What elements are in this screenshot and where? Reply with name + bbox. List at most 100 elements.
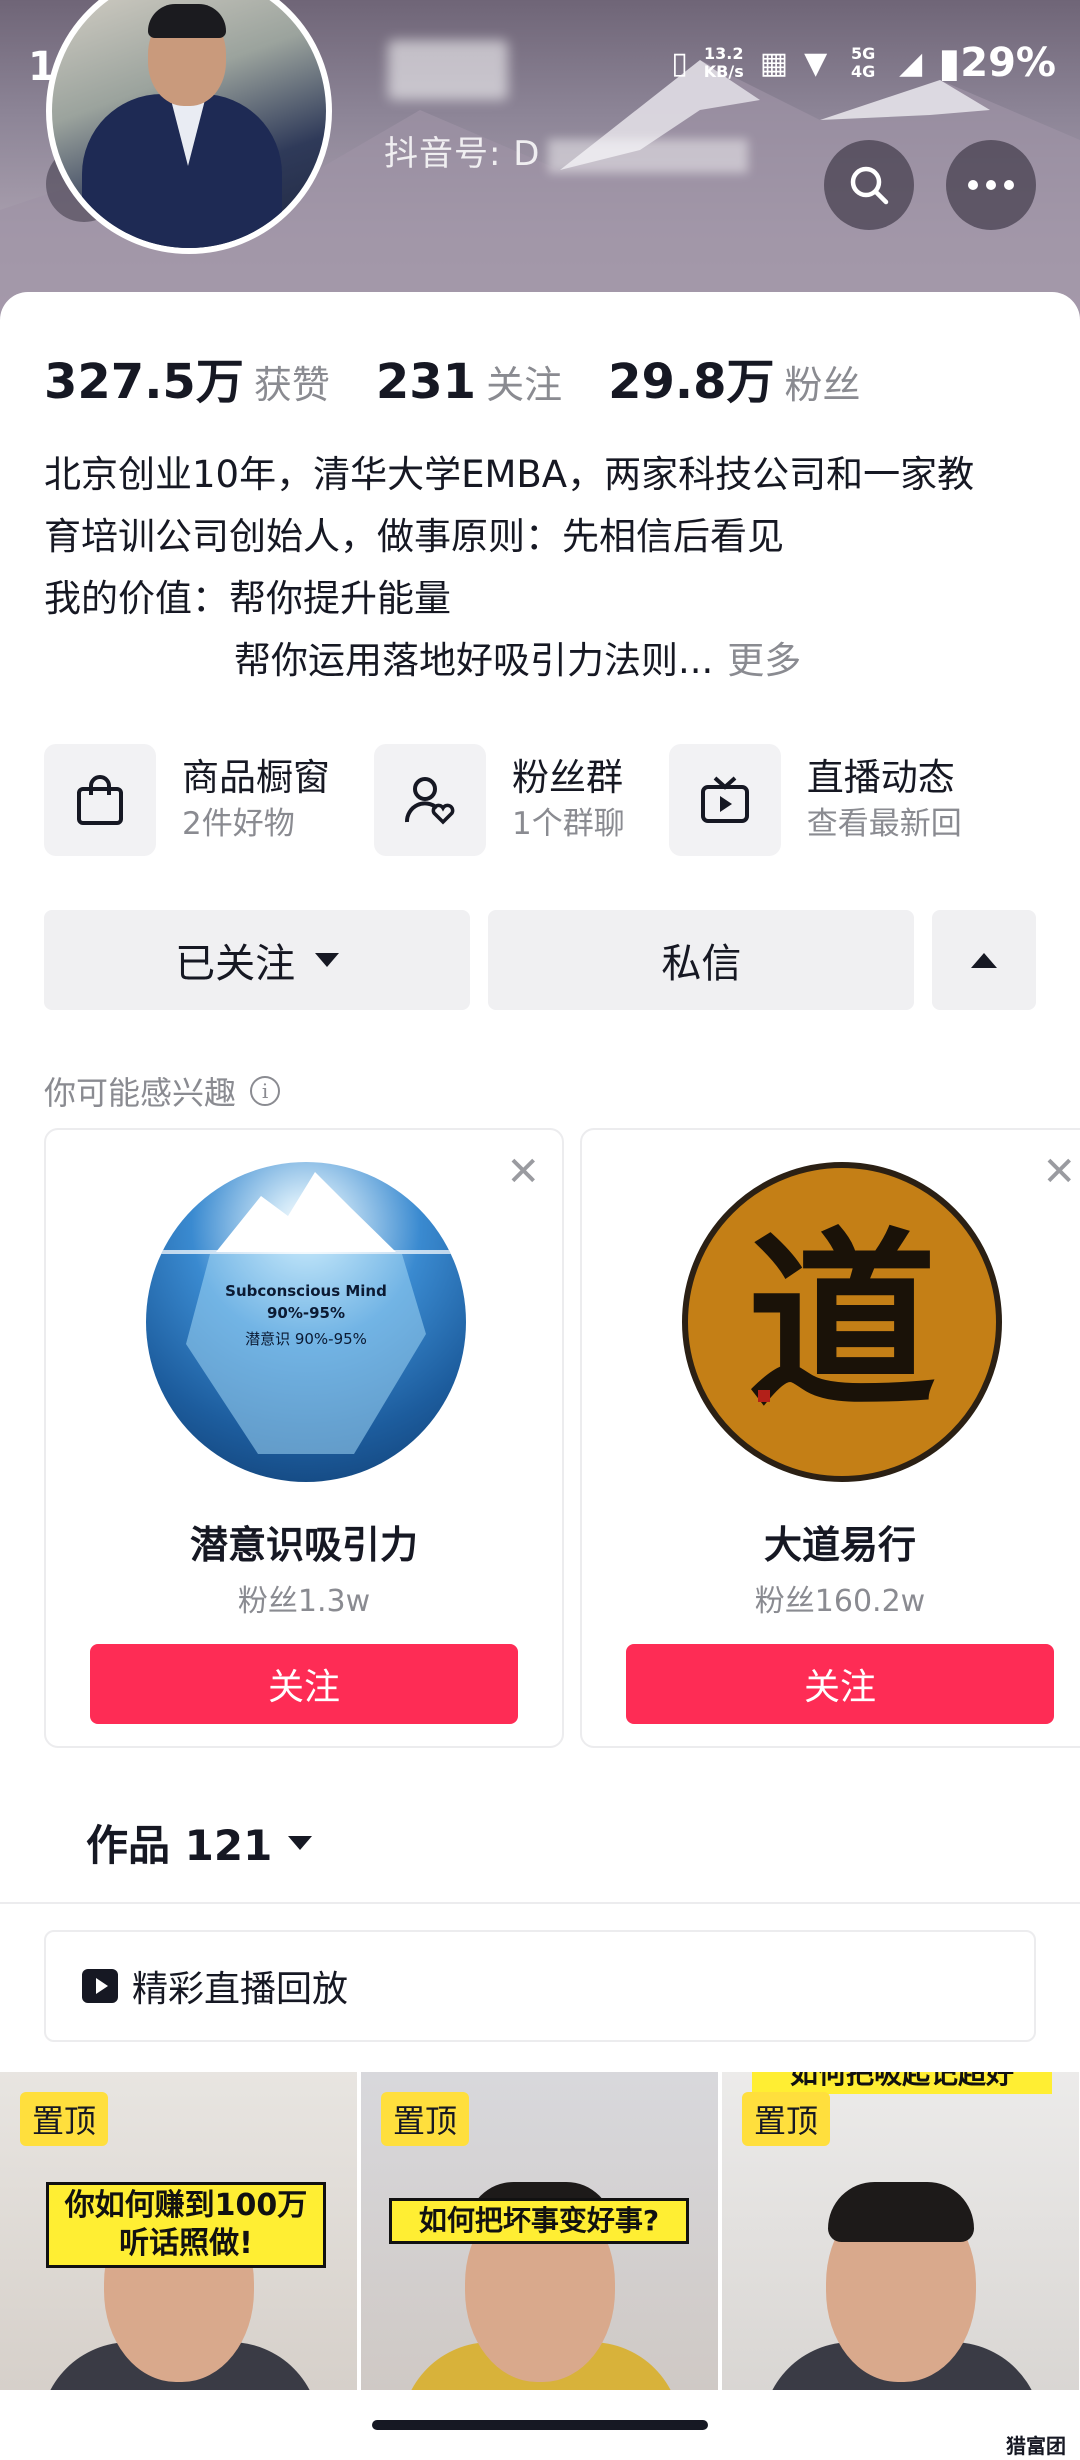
feature-sub: 查看最新回 (806, 806, 962, 842)
followed-label: 已关注 (175, 941, 296, 987)
tab-works-label: 作品 121 (86, 1821, 273, 1870)
nickname-blurred (388, 40, 508, 100)
video-caption: 如何把吸起记超好 (752, 2072, 1052, 2094)
feature-sub: 2件好物 (182, 806, 295, 842)
wifi-icon: ▼ (804, 45, 828, 81)
divider (0, 1902, 1080, 1904)
hd-icon: ▦ (759, 45, 789, 81)
search-icon (850, 166, 889, 205)
shopping-bag-icon (44, 744, 156, 856)
battery-percent: 29% (960, 40, 1056, 86)
follow-button[interactable]: 关注 (90, 1644, 518, 1724)
stat-followers-value: 29.8万 (608, 354, 775, 410)
caret-up-icon (971, 952, 998, 968)
iceberg-waterline (146, 1250, 466, 1254)
stat-following-label: 关注 (486, 363, 563, 407)
iceberg-tip (216, 1172, 396, 1252)
followed-button[interactable]: 已关注 (44, 910, 471, 1010)
stat-likes-value: 327.5万 (44, 354, 244, 410)
stat-following[interactable]: 231 关注 (376, 354, 562, 410)
video-thumbnail[interactable]: 你如何赚到100万 听话照做! 置顶 (0, 2072, 357, 2390)
feature-live-text: 直播动态 查看最新回 (807, 754, 962, 846)
network-type: 5G 4G (851, 44, 876, 81)
close-icon[interactable]: ✕ (1042, 1152, 1076, 1192)
pinned-badge: 置顶 (20, 2092, 109, 2146)
suggestion-list: ✕ Subconscious Mind 90%-95% 潜意识 90%-95% … (44, 1128, 1080, 1750)
video-caption: 如何把坏事变好事? (389, 2198, 689, 2244)
stat-followers-label: 粉丝 (784, 363, 861, 407)
pinned-badge: 置顶 (381, 2092, 470, 2146)
stat-likes[interactable]: 327.5万 获赞 (44, 342, 330, 412)
pinned-badge: 置顶 (742, 2092, 831, 2146)
suggestion-name[interactable]: 潜意识吸引力 (46, 1514, 562, 1569)
more-dots-icon (968, 180, 1014, 190)
feature-fan-text: 粉丝群 1个群聊 (512, 754, 625, 846)
douyin-id[interactable]: 抖音号: D (384, 126, 749, 175)
seal-stamp (758, 1390, 770, 1402)
profile-stats: 327.5万 获赞 231 关注 29.8万 粉丝 (44, 342, 907, 412)
video-person-hair (828, 2182, 974, 2242)
feature-live-updates[interactable]: 直播动态 查看最新回 (668, 742, 962, 858)
feature-shop-window[interactable]: 商品橱窗 2件好物 (44, 742, 330, 858)
suggestion-fans: 粉丝1.3w (237, 1584, 371, 1619)
feature-title: 粉丝群 (512, 756, 623, 799)
follow-button[interactable]: 关注 (626, 1644, 1054, 1724)
feature-fan-group[interactable]: 粉丝群 1个群聊 (374, 742, 625, 858)
avatar-caption: Subconscious Mind (225, 1282, 387, 1300)
profile-banner: 10:51 ▬ ♪ ♪ ✋ ▯ 13.2 KB/s ▦ ▼ 5G 4G ◢ ▮2… (0, 0, 1080, 330)
douyin-id-blurred (548, 138, 749, 173)
bio-line: 育培训公司创始人，做事原则：先相信后看见 (44, 515, 784, 558)
search-button[interactable] (824, 140, 914, 230)
suggestion-card[interactable]: ✕ Subconscious Mind 90%-95% 潜意识 90%-95% … (44, 1128, 564, 1748)
collapse-suggestions-button[interactable] (932, 910, 1036, 1010)
more-button[interactable] (946, 140, 1036, 230)
suggestion-avatar[interactable]: Subconscious Mind 90%-95% 潜意识 90%-95% (146, 1162, 466, 1482)
profile-actions: 已关注 私信 (44, 910, 1036, 1010)
close-icon[interactable]: ✕ (506, 1152, 540, 1192)
feature-title: 直播动态 (806, 756, 955, 799)
douyin-id-label: 抖音号: D (384, 134, 541, 174)
bio-line: 我的价值：帮你提升能量 (44, 577, 451, 620)
suggestion-avatar[interactable]: 道 (682, 1162, 1002, 1482)
signal-icon: ◢ (899, 45, 923, 81)
video-caption-line: 听话照做! (119, 2226, 253, 2261)
vibrate-icon: ▯ (671, 45, 688, 81)
feature-title: 商品橱窗 (182, 756, 330, 799)
watermark: 猎富团 (1006, 2434, 1066, 2458)
stat-followers[interactable]: 29.8万 粉丝 (608, 342, 860, 412)
bio-more-link[interactable]: 更多 (727, 639, 801, 682)
bio-line-text: 帮你运用落地好吸引力法则... (234, 639, 714, 682)
caret-down-icon (288, 1835, 313, 1850)
avatar-caption: 90%-95% (266, 1304, 346, 1322)
suggestion-name[interactable]: 大道易行 (582, 1514, 1080, 1569)
video-thumbnail[interactable]: 如何把吸起记超好 置顶 (722, 2072, 1079, 2390)
feature-shop-text: 商品橱窗 2件好物 (182, 754, 330, 846)
tv-play-icon (668, 744, 781, 856)
feature-sub: 1个群聊 (512, 806, 625, 842)
live-replay-entry[interactable]: 精彩直播回放 (44, 1930, 1036, 2042)
profile-bio[interactable]: 北京创业10年，清华大学EMBA，两家科技公司和一家教 育培训公司创始人，做事原… (44, 444, 1044, 692)
status-indicators: ▯ 13.2 KB/s ▦ ▼ 5G 4G ◢ ▮29% (671, 40, 1056, 86)
stat-following-value: 231 (375, 354, 477, 410)
video-caption-line: 你如何赚到100万 (64, 2188, 308, 2223)
network-speed: 13.2 KB/s (704, 45, 744, 81)
calligraphy-character: 道 (746, 1210, 937, 1433)
profile-content: 327.5万 获赞 231 关注 29.8万 粉丝 北京创业10年，清华大学EM… (0, 292, 1080, 2460)
message-button[interactable]: 私信 (488, 910, 915, 1010)
avatar-hair (148, 4, 226, 38)
suggestions-heading: 你可能感兴趣 i (44, 1068, 281, 1114)
caret-down-icon (315, 953, 340, 967)
network-speed-value: 13.2 (703, 44, 744, 63)
stat-likes-label: 获赞 (253, 363, 330, 407)
suggestions-heading-text: 你可能感兴趣 (44, 1074, 237, 1112)
suggestion-card[interactable]: ✕ 道 大道易行 粉丝160.2w 关注 (580, 1128, 1080, 1748)
network-speed-unit: KB/s (703, 62, 744, 81)
video-caption: 你如何赚到100万 听话照做! (46, 2182, 326, 2268)
avatar-caption: 潜意识 90%-95% (245, 1330, 367, 1348)
home-gesture-handle[interactable] (372, 2420, 708, 2430)
video-thumbnail[interactable]: 如何把坏事变好事? 置顶 (361, 2072, 718, 2390)
fan-group-icon (374, 744, 486, 856)
info-icon[interactable]: i (250, 1076, 281, 1106)
tab-works[interactable]: 作品 121 (86, 1812, 313, 1873)
live-replay-label: 精彩直播回放 (132, 1969, 349, 2010)
